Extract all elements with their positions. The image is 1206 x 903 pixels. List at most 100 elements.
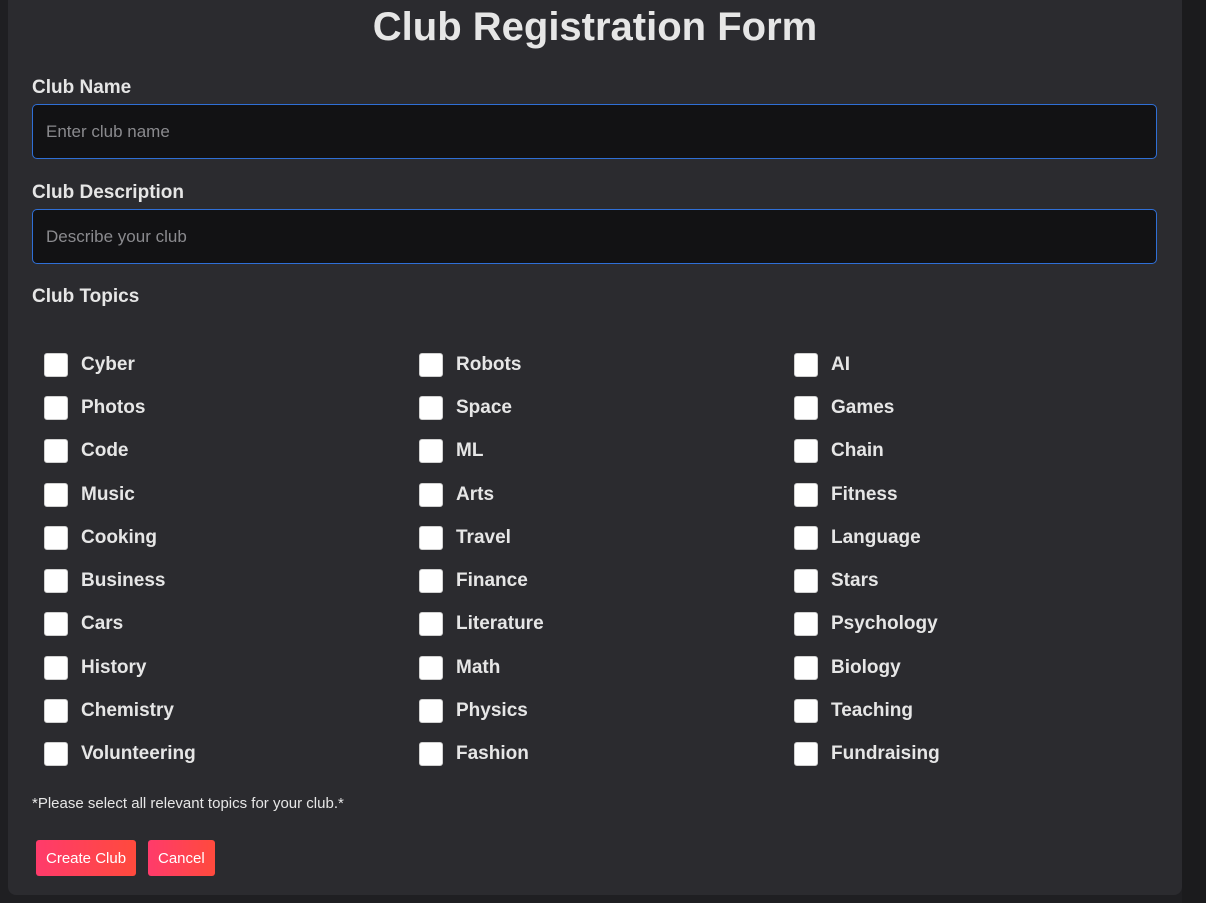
- topic-label[interactable]: Space: [456, 397, 512, 419]
- cancel-button[interactable]: Cancel: [148, 840, 215, 876]
- topic-checkbox[interactable]: [419, 439, 443, 464]
- topic-option[interactable]: Robots: [419, 343, 794, 386]
- topic-checkbox[interactable]: [794, 742, 818, 767]
- topic-checkbox[interactable]: [44, 655, 68, 680]
- topic-label[interactable]: Volunteering: [81, 743, 196, 765]
- topic-checkbox[interactable]: [419, 482, 443, 507]
- topic-checkbox[interactable]: [794, 352, 818, 377]
- topic-label[interactable]: History: [81, 657, 146, 679]
- topic-checkbox[interactable]: [44, 612, 68, 637]
- topic-option[interactable]: Math: [419, 646, 794, 689]
- topic-checkbox[interactable]: [44, 525, 68, 550]
- topic-label[interactable]: Physics: [456, 700, 528, 722]
- registration-form-card: Club Registration Form Club Name Club De…: [8, 0, 1182, 895]
- topic-option[interactable]: Arts: [419, 473, 794, 516]
- topic-checkbox[interactable]: [44, 569, 68, 594]
- topic-checkbox[interactable]: [419, 352, 443, 377]
- topic-checkbox[interactable]: [794, 482, 818, 507]
- topic-checkbox[interactable]: [794, 395, 818, 420]
- topic-checkbox[interactable]: [419, 742, 443, 767]
- topic-checkbox[interactable]: [419, 699, 443, 724]
- topic-checkbox[interactable]: [44, 395, 68, 420]
- topic-option[interactable]: AI: [794, 343, 1169, 386]
- topics-note: *Please select all relevant topics for y…: [32, 795, 344, 812]
- scrollbar-track[interactable]: [1182, 0, 1206, 903]
- topic-option[interactable]: Cyber: [44, 343, 419, 386]
- topic-label[interactable]: Business: [81, 570, 165, 592]
- topic-label[interactable]: Cars: [81, 613, 123, 635]
- topic-checkbox[interactable]: [419, 569, 443, 594]
- topic-label[interactable]: Math: [456, 657, 500, 679]
- topic-label[interactable]: AI: [831, 354, 850, 376]
- topic-checkbox[interactable]: [419, 525, 443, 550]
- topic-option[interactable]: Stars: [794, 559, 1169, 602]
- topic-label[interactable]: Cooking: [81, 527, 157, 549]
- topic-checkbox[interactable]: [794, 699, 818, 724]
- topic-label[interactable]: Games: [831, 397, 894, 419]
- topic-checkbox[interactable]: [794, 525, 818, 550]
- topic-option[interactable]: Cooking: [44, 516, 419, 559]
- page-title: Club Registration Form: [372, 5, 818, 49]
- topic-label[interactable]: Literature: [456, 613, 544, 635]
- topic-checkbox[interactable]: [44, 482, 68, 507]
- topic-option[interactable]: ML: [419, 430, 794, 473]
- topic-label[interactable]: Music: [81, 484, 135, 506]
- club-description-input[interactable]: [32, 209, 1157, 264]
- topic-checkbox[interactable]: [44, 699, 68, 724]
- topic-option[interactable]: Finance: [419, 559, 794, 602]
- topic-option[interactable]: Games: [794, 386, 1169, 429]
- topic-option[interactable]: Photos: [44, 386, 419, 429]
- topic-label[interactable]: Psychology: [831, 613, 938, 635]
- topic-label[interactable]: Code: [81, 440, 129, 462]
- topic-option[interactable]: Psychology: [794, 603, 1169, 646]
- topic-checkbox[interactable]: [44, 352, 68, 377]
- topic-option[interactable]: Business: [44, 559, 419, 602]
- topic-label[interactable]: Biology: [831, 657, 901, 679]
- topic-option[interactable]: Biology: [794, 646, 1169, 689]
- topic-label[interactable]: Cyber: [81, 354, 135, 376]
- club-name-label: Club Name: [32, 77, 132, 98]
- club-name-input[interactable]: [32, 104, 1157, 159]
- topic-checkbox[interactable]: [794, 569, 818, 594]
- topic-checkbox[interactable]: [419, 612, 443, 637]
- topic-label[interactable]: Language: [831, 527, 921, 549]
- topic-option[interactable]: Physics: [419, 689, 794, 732]
- topic-option[interactable]: Literature: [419, 603, 794, 646]
- topic-label[interactable]: Teaching: [831, 700, 913, 722]
- topic-option[interactable]: History: [44, 646, 419, 689]
- topic-label[interactable]: Fitness: [831, 484, 898, 506]
- topic-label[interactable]: Fundraising: [831, 743, 940, 765]
- topic-checkbox[interactable]: [794, 439, 818, 464]
- topic-checkbox[interactable]: [419, 395, 443, 420]
- topic-label[interactable]: Fashion: [456, 743, 529, 765]
- topic-label[interactable]: Robots: [456, 354, 521, 376]
- topic-label[interactable]: ML: [456, 440, 483, 462]
- topic-option[interactable]: Chemistry: [44, 689, 419, 732]
- topic-checkbox[interactable]: [794, 612, 818, 637]
- topic-option[interactable]: Chain: [794, 430, 1169, 473]
- topic-option[interactable]: Fundraising: [794, 733, 1169, 776]
- topic-option[interactable]: Cars: [44, 603, 419, 646]
- topic-option[interactable]: Fitness: [794, 473, 1169, 516]
- create-club-button[interactable]: Create Club: [36, 840, 137, 876]
- topic-label[interactable]: Finance: [456, 570, 528, 592]
- topic-option[interactable]: Volunteering: [44, 733, 419, 776]
- topic-label[interactable]: Photos: [81, 397, 145, 419]
- topic-label[interactable]: Chain: [831, 440, 884, 462]
- topic-checkbox[interactable]: [419, 655, 443, 680]
- topic-label[interactable]: Stars: [831, 570, 879, 592]
- topic-checkbox[interactable]: [794, 655, 818, 680]
- topic-option[interactable]: Music: [44, 473, 419, 516]
- club-topics-label: Club Topics: [32, 286, 140, 307]
- topic-label[interactable]: Arts: [456, 484, 494, 506]
- topic-option[interactable]: Code: [44, 430, 419, 473]
- topic-checkbox[interactable]: [44, 742, 68, 767]
- topic-option[interactable]: Travel: [419, 516, 794, 559]
- topic-label[interactable]: Chemistry: [81, 700, 174, 722]
- topic-option[interactable]: Fashion: [419, 733, 794, 776]
- topic-option[interactable]: Language: [794, 516, 1169, 559]
- topic-option[interactable]: Space: [419, 386, 794, 429]
- topic-checkbox[interactable]: [44, 439, 68, 464]
- topic-label[interactable]: Travel: [456, 527, 511, 549]
- topic-option[interactable]: Teaching: [794, 689, 1169, 732]
